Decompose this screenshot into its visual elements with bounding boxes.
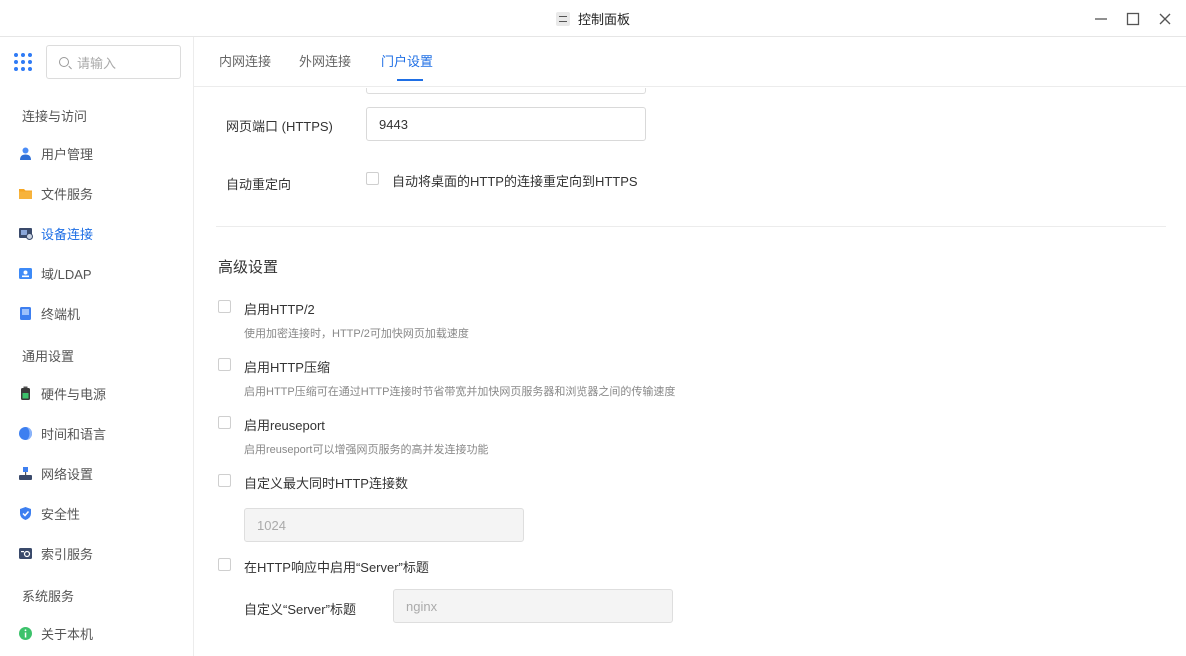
- sidebar-item-label: 安全性: [41, 506, 81, 522]
- server-header-label: 在HTTP响应中启用“Server”标题: [244, 560, 429, 575]
- shield-icon: [18, 506, 33, 521]
- custom-server-header-label: 自定义“Server”标题: [244, 602, 356, 617]
- max-connections-input[interactable]: 1024: [244, 508, 524, 542]
- sidebar-item-device-connect[interactable]: 设备连接: [18, 222, 93, 244]
- redirect-label: 自动重定向: [226, 177, 292, 192]
- sidebar-item-label: 网络设置: [41, 466, 94, 482]
- title-bar: 控制面板: [0, 0, 1186, 37]
- http2-description: 使用加密连接时，HTTP/2可加快网页加载速度: [244, 328, 469, 340]
- sidebar-item-label: 设备连接: [41, 226, 94, 242]
- sidebar-item-label: 硬件与电源: [41, 386, 107, 402]
- close-button[interactable]: [1154, 8, 1176, 30]
- window-title-wrap: 控制面板: [0, 0, 1186, 37]
- search-input[interactable]: 请输入: [46, 45, 181, 79]
- sidebar-item-network[interactable]: 网络设置: [18, 462, 93, 484]
- app-grid-icon[interactable]: [14, 53, 32, 71]
- sidebar-item-hardware[interactable]: 硬件与电源: [18, 382, 106, 404]
- max-connections-checkbox[interactable]: [218, 474, 231, 487]
- sidebar-section-general: 通用设置: [22, 349, 75, 364]
- http2-checkbox[interactable]: [218, 300, 231, 313]
- sidebar-item-users[interactable]: 用户管理: [18, 142, 93, 164]
- sidebar-item-label: 域/LDAP: [41, 266, 92, 282]
- reuseport-description: 启用reuseport可以增强网页服务的高并发连接功能: [244, 444, 489, 456]
- sidebar-section-system: 系统服务: [22, 589, 75, 604]
- maximize-button[interactable]: [1122, 8, 1144, 30]
- sidebar-item-index-service[interactable]: 索引服务: [18, 542, 93, 564]
- terminal-icon: [18, 306, 33, 321]
- tab-extranet[interactable]: 外网连接: [299, 51, 351, 70]
- sidebar-item-label: 时间和语言: [41, 426, 107, 442]
- user-icon: [18, 146, 33, 161]
- device-icon: [18, 226, 33, 241]
- sidebar-item-security[interactable]: 安全性: [18, 502, 80, 524]
- sidebar-item-terminal[interactable]: 终端机: [18, 302, 80, 324]
- sidebar-item-label: 索引服务: [41, 546, 94, 562]
- sidebar: 请输入 连接与访问 用户管理 文件服务 设备连接 域/LDAP 终端机 通用设置: [0, 37, 194, 656]
- sidebar-section-connect: 连接与访问: [22, 109, 88, 124]
- https-port-label: 网页端口 (HTTPS): [226, 119, 333, 134]
- sidebar-item-label: 用户管理: [41, 146, 94, 162]
- sidebar-item-label: 关于本机: [41, 626, 94, 642]
- tab-bar: 内网连接 外网连接 门户设置: [194, 37, 1186, 87]
- info-icon: [18, 626, 33, 641]
- reuseport-checkbox[interactable]: [218, 416, 231, 429]
- close-icon: [1159, 13, 1171, 25]
- compression-checkbox[interactable]: [218, 358, 231, 371]
- sidebar-item-file-service[interactable]: 文件服务: [18, 182, 93, 204]
- search-placeholder: 请输入: [77, 55, 117, 71]
- control-panel-icon: [555, 11, 570, 26]
- sidebar-item-about[interactable]: 关于本机: [18, 622, 93, 644]
- redirect-checkbox-label: 自动将桌面的HTTP的连接重定向到HTTPS: [392, 174, 638, 189]
- server-header-checkbox[interactable]: [218, 558, 231, 571]
- main-content: 网页端口 (HTTPS) 9443 自动重定向 自动将桌面的HTTP的连接重定向…: [194, 88, 1186, 656]
- custom-server-header-input[interactable]: nginx: [393, 589, 673, 623]
- section-divider: [216, 226, 1166, 227]
- sidebar-item-label: 文件服务: [41, 186, 94, 202]
- folder-icon: [18, 186, 33, 201]
- minimize-button[interactable]: [1090, 8, 1112, 30]
- window-title: 控制面板: [577, 12, 630, 27]
- ldap-icon: [18, 266, 33, 281]
- sidebar-item-time-language[interactable]: 时间和语言: [18, 422, 106, 444]
- compression-label: 启用HTTP压缩: [244, 360, 330, 375]
- redirect-checkbox[interactable]: [366, 172, 379, 185]
- reuseport-label: 启用reuseport: [244, 418, 325, 433]
- max-connections-label: 自定义最大同时HTTP连接数: [244, 476, 408, 491]
- index-icon: [18, 546, 33, 561]
- battery-icon: [18, 386, 33, 401]
- tab-intranet[interactable]: 内网连接: [219, 51, 271, 70]
- maximize-icon: [1126, 12, 1140, 26]
- tab-portal-settings[interactable]: 门户设置: [381, 51, 433, 70]
- sidebar-item-label: 终端机: [41, 306, 81, 322]
- globe-icon: [18, 426, 33, 441]
- network-icon: [18, 466, 33, 481]
- advanced-settings-title: 高级设置: [218, 259, 279, 276]
- active-tab-indicator: [397, 79, 423, 81]
- http2-label: 启用HTTP/2: [244, 302, 315, 317]
- minimize-icon: [1095, 18, 1107, 20]
- scrolled-input-partial[interactable]: [366, 88, 646, 94]
- compression-description: 启用HTTP压缩可在通过HTTP连接时节省带宽并加快网页服务器和浏览器之间的传输…: [244, 386, 676, 398]
- sidebar-item-ldap[interactable]: 域/LDAP: [18, 262, 92, 284]
- https-port-input[interactable]: 9443: [366, 107, 646, 141]
- search-icon: [59, 57, 69, 67]
